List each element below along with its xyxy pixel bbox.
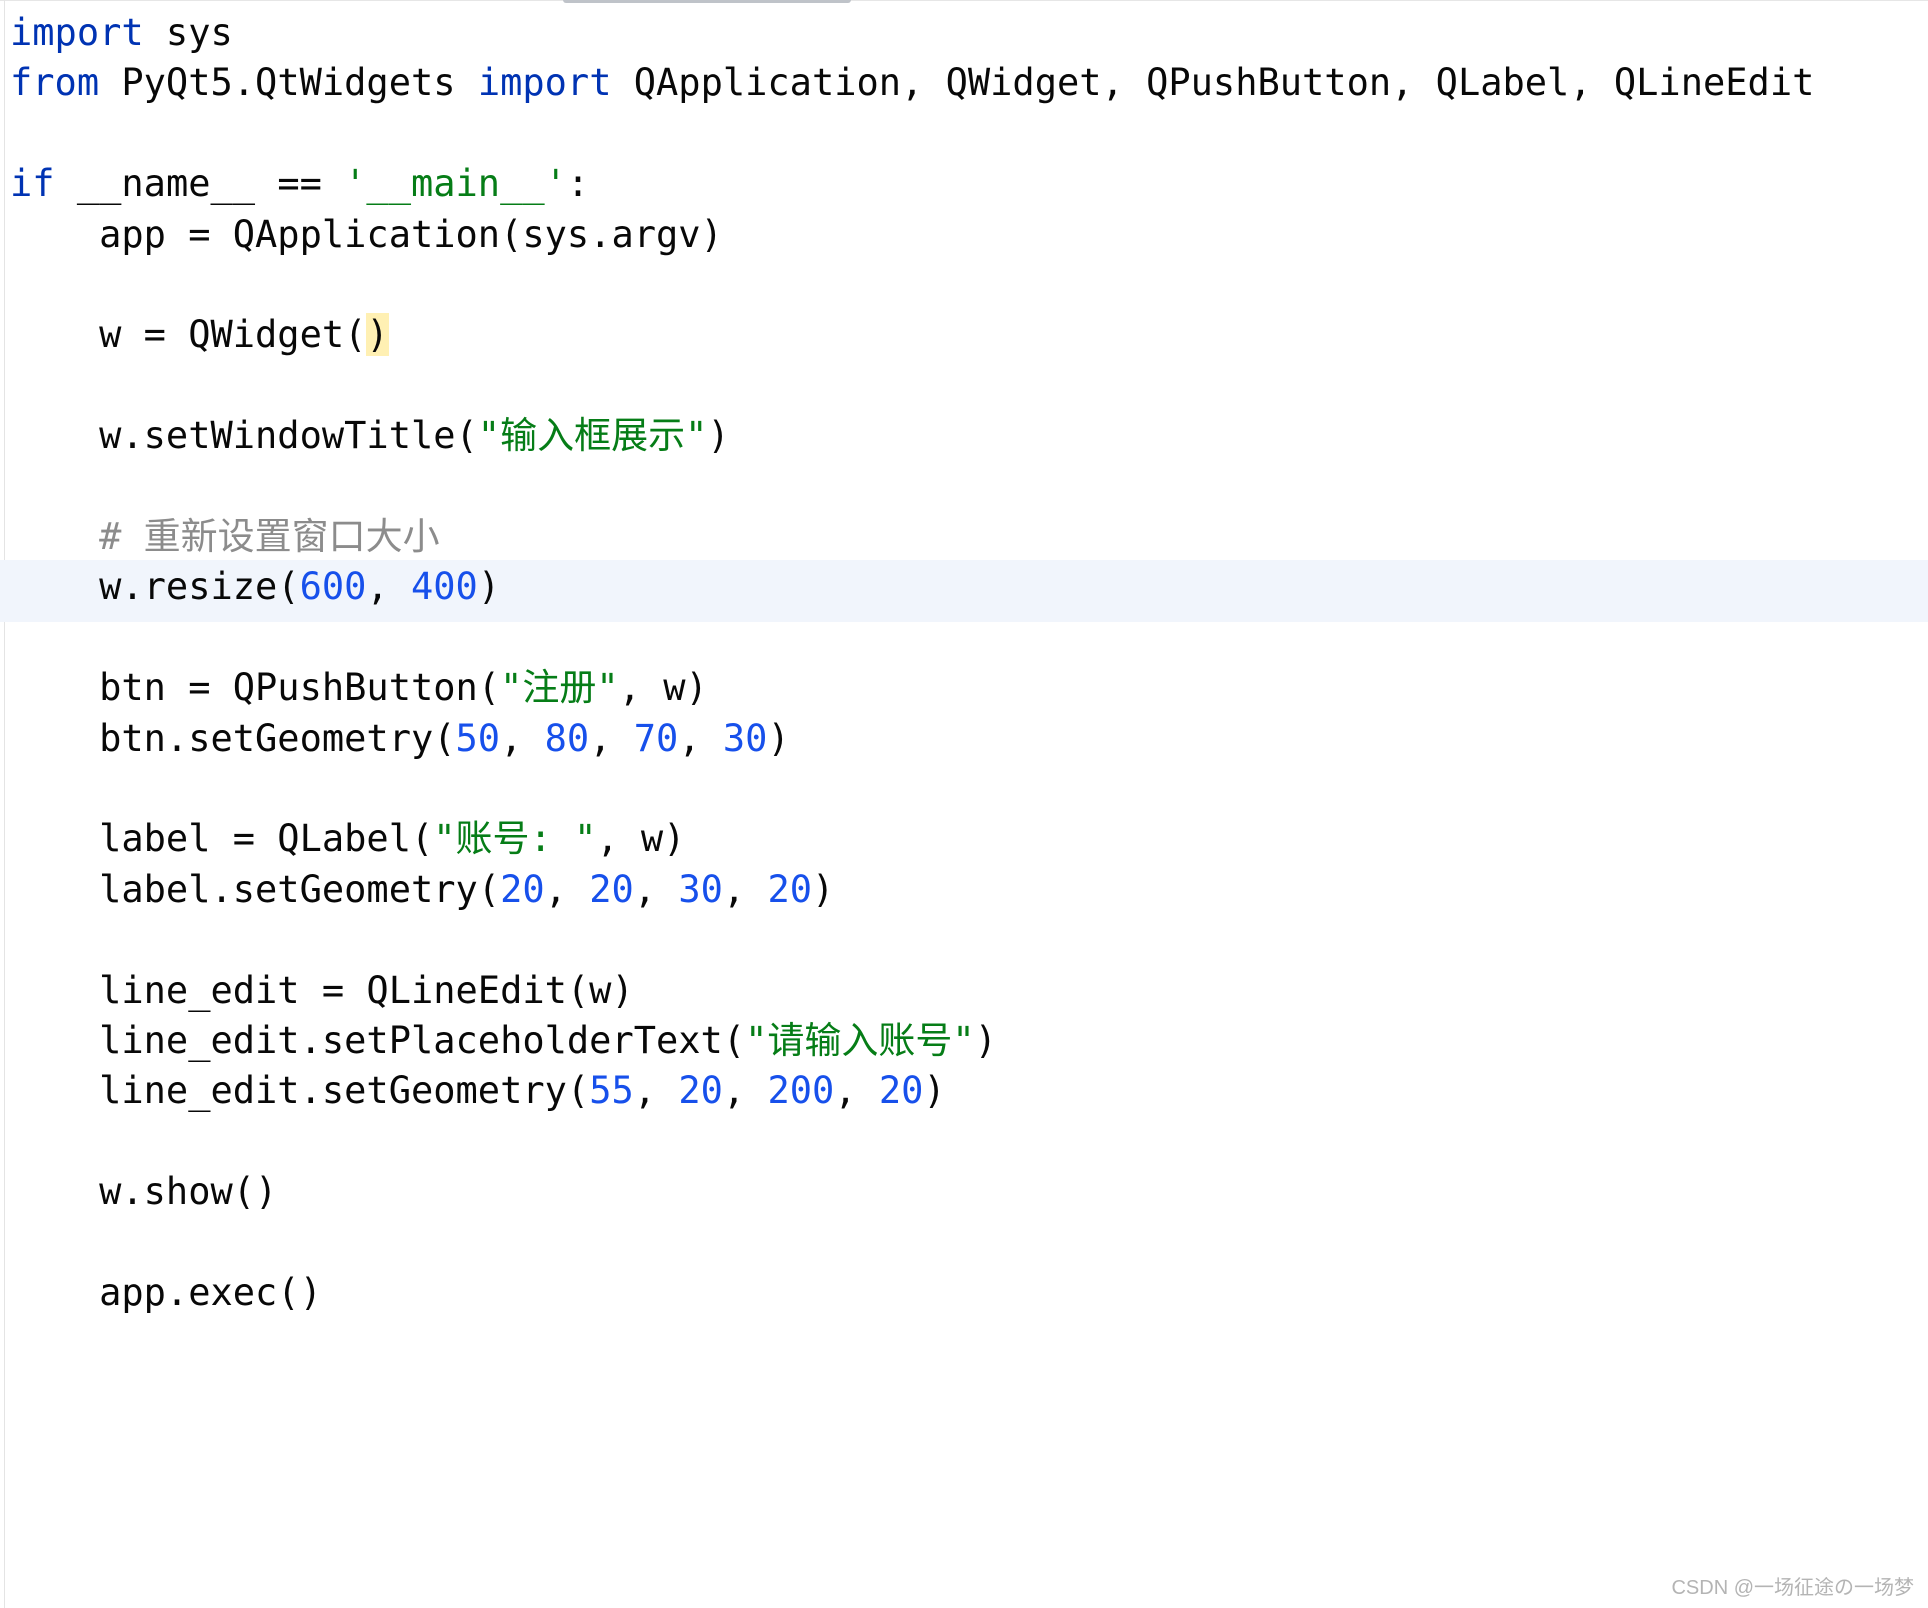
code-token: if — [10, 162, 55, 206]
code-token: "输入框展示" — [477, 414, 708, 458]
code-line[interactable]: label.setGeometry(20, 20, 30, 20) — [10, 859, 834, 921]
code-token: label.setGeometry( — [10, 867, 501, 911]
code-token: sys — [143, 11, 233, 54]
code-token: 200 — [767, 1069, 835, 1113]
code-token: PyQt5.QtWidgets — [99, 61, 478, 105]
code-token: import — [477, 61, 612, 105]
code-token: app.exec() — [10, 1271, 322, 1314]
code-token: btn.setGeometry( — [10, 716, 456, 760]
code-line[interactable]: btn.setGeometry(50, 80, 70, 30) — [10, 708, 790, 770]
code-token: __name__ == — [54, 162, 345, 206]
code-token: 20 — [878, 1069, 924, 1113]
matched-bracket-highlight: ) — [366, 313, 389, 357]
code-token: ) — [812, 867, 835, 911]
code-token: 55 — [589, 1069, 634, 1113]
code-token: btn = QPushButton( — [10, 666, 501, 710]
editor-gutter-border — [4, 0, 5, 1608]
code-token: app = QApplication(sys.argv) — [10, 212, 723, 256]
code-token: # 重新设置窗口大小 — [10, 515, 440, 558]
code-token: w.setWindowTitle( — [10, 414, 478, 458]
code-line[interactable]: from PyQt5.QtWidgets import QApplication… — [10, 52, 1814, 114]
code-token: "请输入账号" — [745, 1019, 975, 1062]
code-token: QApplication, QWidget, QPushButton, QLab… — [611, 61, 1815, 105]
code-token: ) — [767, 716, 790, 760]
code-token: , — [678, 716, 723, 760]
watermark: CSDN @一场征途の一场梦 — [1671, 1577, 1914, 1599]
editor-top-border — [0, 0, 1928, 1]
code-token: w.show() — [10, 1170, 278, 1214]
code-token: line_edit.setPlaceholderText( — [10, 1019, 746, 1062]
code-token: 80 — [544, 716, 590, 760]
code-line[interactable]: app = QApplication(sys.argv) — [10, 204, 723, 266]
code-token: "注册" — [500, 666, 619, 710]
horizontal-scroll-thumb[interactable] — [563, 0, 851, 3]
code-token: , — [722, 1069, 768, 1113]
code-token: ) — [974, 1019, 997, 1062]
code-token: , w) — [618, 666, 708, 710]
code-token: , — [366, 565, 411, 609]
code-token: '__main__' — [344, 162, 567, 206]
code-line[interactable]: w.setWindowTitle("输入框展示") — [10, 405, 730, 467]
code-line[interactable]: w.resize(600, 400) — [10, 556, 500, 618]
code-token: 20 — [500, 867, 545, 911]
code-token: line_edit.setGeometry( — [10, 1069, 590, 1113]
code-token: w.resize( — [10, 565, 300, 609]
code-token: "账号: " — [433, 817, 597, 861]
code-token: from — [10, 61, 100, 105]
code-token: 600 — [299, 565, 367, 609]
code-token: ) — [477, 565, 501, 609]
code-token: label = QLabel( — [10, 817, 434, 861]
code-token: ) — [707, 414, 730, 458]
code-line[interactable]: line_edit.setGeometry(55, 20, 200, 20) — [10, 1060, 946, 1122]
code-token: : — [566, 162, 590, 206]
code-token: w = QWidget( — [10, 313, 367, 357]
code-token: , — [589, 716, 634, 760]
code-token: ) — [923, 1069, 946, 1113]
code-token: , — [544, 867, 590, 911]
code-token: 20 — [678, 1069, 723, 1113]
code-token: , — [500, 716, 545, 760]
code-token: , — [633, 1069, 679, 1113]
code-editor[interactable]: import sys from PyQt5.QtWidgets import QA… — [0, 0, 1928, 1608]
code-token: line_edit = QLineEdit(w) — [10, 968, 634, 1012]
code-line[interactable]: w = QWidget() — [10, 304, 389, 366]
code-token: , w) — [596, 817, 686, 861]
code-token: 50 — [455, 716, 501, 760]
code-line[interactable]: app.exec() — [10, 1262, 322, 1324]
code-token: 20 — [589, 867, 634, 911]
code-token: import — [10, 11, 144, 54]
code-token: 30 — [722, 716, 768, 760]
code-token: 20 — [767, 867, 813, 911]
code-token: 400 — [410, 565, 478, 609]
code-token: , — [722, 867, 768, 911]
code-token: 70 — [633, 716, 679, 760]
code-token: , — [834, 1069, 879, 1113]
code-token: , — [633, 867, 679, 911]
code-token: 30 — [678, 867, 723, 911]
code-line[interactable]: w.show() — [10, 1161, 277, 1223]
